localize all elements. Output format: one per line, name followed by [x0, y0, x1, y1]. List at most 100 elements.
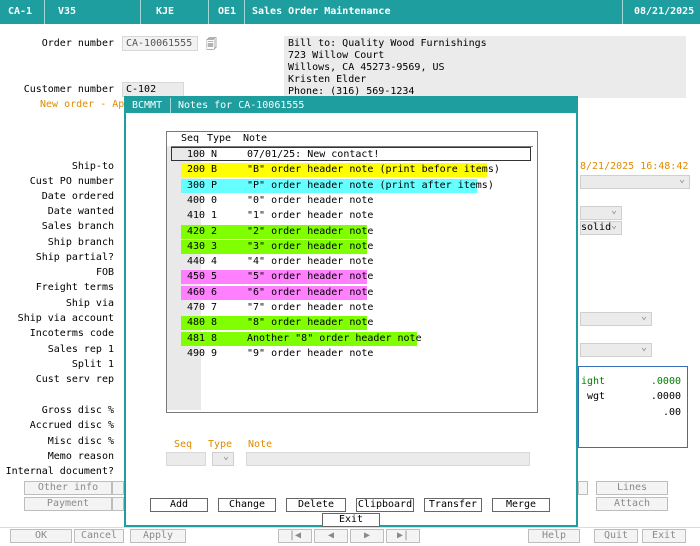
note-type: 2 [211, 225, 218, 237]
attach-button[interactable]: Attach [596, 497, 668, 511]
note-text: "0" order header note [247, 194, 374, 206]
notes-dialog: BCMMT Notes for CA-10061555 Seq Type Note … [124, 96, 578, 527]
note-row[interactable]: 300 P "P" order header note (print after i… [187, 179, 494, 193]
ok-button[interactable]: OK [10, 529, 72, 543]
payment-button[interactable]: Payment [24, 497, 112, 511]
note-seq: 460 [187, 286, 206, 298]
weight-label: wgt [587, 391, 606, 402]
note-text: "9" order header note [247, 347, 374, 359]
note-seq: 440 [187, 256, 206, 268]
help-button[interactable]: Help [528, 529, 580, 543]
previous-record-button[interactable]: ◀ [314, 529, 348, 543]
note-row[interactable]: 440 4 "4" order header note [187, 255, 373, 269]
edit-seq-input[interactable] [166, 452, 206, 466]
note-seq: 410 [187, 210, 206, 222]
field-label: Split 1 [71, 359, 114, 370]
freight-label: ight [581, 376, 606, 387]
note-type: 6 [211, 286, 218, 298]
exit-button[interactable]: Exit [642, 529, 686, 543]
note-type: B [211, 164, 218, 176]
bottom-bar: OK Cancel Apply |◀ ◀ ▶ ▶| Help Quit Exit [0, 527, 700, 546]
apply-button[interactable]: Apply [130, 529, 186, 543]
edit-note-input[interactable] [246, 452, 530, 466]
version: V35 [58, 6, 77, 17]
button-edge[interactable] [112, 481, 124, 495]
note-type: 0 [211, 194, 218, 206]
note-type: P [211, 179, 218, 191]
ship-to-dropdown[interactable] [580, 174, 690, 189]
branch-dropdown[interactable]: solid [580, 220, 622, 235]
note-type: 4 [211, 256, 218, 268]
note-row[interactable]: 460 6 "6" order header note [187, 286, 373, 300]
order-number-field[interactable]: CA-10061555 [122, 36, 198, 51]
field-label: Misc disc % [47, 436, 114, 447]
note-type: 1 [211, 210, 218, 222]
dropdown[interactable] [580, 205, 622, 220]
other-info-button[interactable]: Other info [24, 481, 112, 495]
note-row[interactable]: 430 3 "3" order header note [187, 240, 373, 254]
transfer-button[interactable]: Transfer [424, 498, 482, 512]
note-text: "8" order header note [247, 317, 374, 329]
lines-button[interactable]: Lines [596, 481, 668, 495]
note-row[interactable]: 480 8 "8" order header note [187, 316, 373, 330]
customer-number-label: Customer number [23, 84, 114, 95]
merge-button[interactable]: Merge [492, 498, 550, 512]
clipboard-icon[interactable]: 🗐 [206, 36, 217, 55]
screen-code: CA-1 [8, 6, 33, 17]
notes-grid[interactable]: Seq Type Note 100 N 07/01/25: New contact! 20… [166, 131, 538, 413]
note-type: 9 [211, 347, 218, 359]
change-button[interactable]: Change [218, 498, 276, 512]
dialog-exit-button[interactable]: Exit [322, 513, 380, 527]
dialog-title-bar: BCMMT Notes for CA-10061555 [126, 98, 576, 113]
order-number-label: Order number [41, 38, 114, 49]
note-text: 07/01/25: New contact! [247, 149, 380, 160]
cancel-button[interactable]: Cancel [74, 529, 124, 543]
note-row[interactable]: 481 8 Another "8" order header note [187, 332, 422, 346]
note-text: "P" order header note (print after items… [247, 179, 494, 191]
note-row[interactable]: 420 2 "2" order header note [187, 225, 373, 239]
delete-button[interactable]: Delete [286, 498, 346, 512]
add-button[interactable]: Add [150, 498, 208, 512]
note-text: "7" order header note [247, 302, 374, 313]
note-seq: 100 [187, 149, 206, 160]
note-seq: 470 [187, 302, 206, 313]
note-text: Another "8" order header note [247, 332, 422, 344]
sales-rep-dropdown[interactable] [580, 342, 652, 357]
note-row[interactable]: 470 7 "7" order header note [187, 301, 373, 315]
system-date: 08/21/2025 [634, 6, 695, 17]
note-seq: 450 [187, 271, 206, 283]
last-record-button[interactable]: ▶| [386, 529, 420, 543]
field-label: Date ordered [41, 191, 114, 202]
first-record-button[interactable]: |◀ [278, 529, 312, 543]
note-seq: 400 [187, 194, 206, 206]
column-header-note[interactable]: Note [243, 132, 267, 146]
note-row[interactable]: 410 1 "1" order header note [187, 209, 373, 223]
note-type: 3 [211, 240, 218, 252]
note-row[interactable]: 450 5 "5" order header note [187, 270, 373, 284]
column-header-seq[interactable]: Seq [181, 132, 207, 146]
column-header-type[interactable]: Type [207, 132, 243, 146]
button-edge[interactable] [112, 497, 124, 511]
edit-type-dropdown[interactable] [212, 451, 234, 466]
note-row[interactable]: 400 0 "0" order header note [187, 194, 373, 208]
button-edge[interactable] [578, 481, 588, 495]
customer-number-field[interactable]: C-102 [122, 82, 184, 97]
note-row[interactable]: 100 N 07/01/25: New contact! [187, 148, 379, 162]
totals-panel: ight .0000 wgt .0000 .00 [578, 366, 688, 448]
window-title: Sales Order Maintenance [252, 6, 391, 17]
note-row[interactable]: 200 B "B" order header note (print before … [187, 163, 500, 177]
bill-to-line: Kristen Elder [288, 74, 367, 85]
quit-button[interactable]: Quit [594, 529, 638, 543]
note-text: "5" order header note [247, 271, 374, 283]
note-seq: 200 [187, 164, 206, 176]
field-label: Gross disc % [41, 405, 114, 416]
dialog-code: BCMMT [132, 100, 163, 111]
field-label: Cust PO number [29, 176, 114, 187]
note-seq: 430 [187, 240, 206, 252]
next-record-button[interactable]: ▶ [350, 529, 384, 543]
note-row[interactable]: 490 9 "9" order header note [187, 347, 373, 361]
bill-to-line: Bill to: Quality Wood Furnishings [288, 38, 487, 49]
clipboard-button[interactable]: Clipboard [356, 498, 414, 512]
field-label: Ship-to [71, 161, 114, 172]
ship-via-account-dropdown[interactable] [580, 311, 652, 326]
